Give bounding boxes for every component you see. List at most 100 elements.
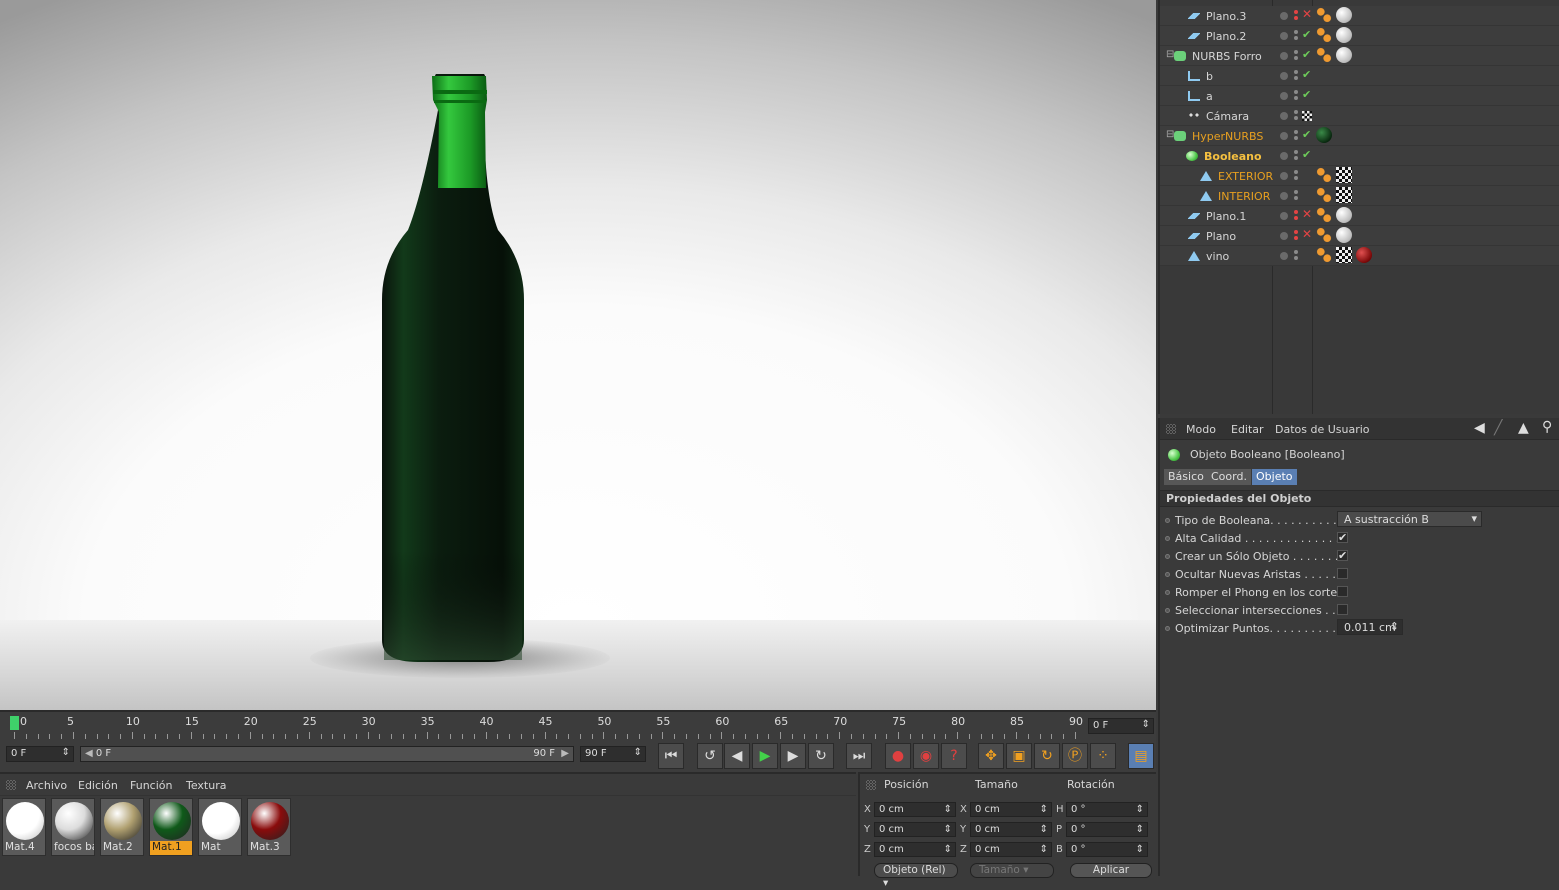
rotate-key-icon[interactable]: ↻ [1034,743,1060,769]
enabled-check-icon[interactable]: ✔ [1302,128,1311,141]
material-swatch[interactable]: Mat [198,798,242,856]
position-field[interactable]: 0 cm ⇕ [874,842,956,857]
render-visibility-dots[interactable] [1294,90,1298,94]
visibility-dot[interactable] [1280,52,1288,60]
menu-textura[interactable]: Textura [186,779,226,792]
prev-frame-icon[interactable]: ◀ [724,743,750,769]
3d-viewport[interactable] [0,0,1156,710]
object-row[interactable]: Plano.2 ✔ [1160,26,1559,46]
search-icon[interactable]: ⚲ [1542,419,1552,435]
animate-dot-icon[interactable] [1165,518,1170,523]
object-row[interactable]: a ✔ [1160,86,1559,106]
enabled-check-icon[interactable]: ✔ [1302,88,1311,101]
disabled-x-icon[interactable]: ✕ [1302,227,1312,241]
tab-coord[interactable]: Coord. [1207,469,1251,485]
render-visibility-dots[interactable] [1294,230,1298,234]
autokey-icon[interactable]: ◉ [913,743,939,769]
object-name[interactable]: HyperNURBS [1192,130,1263,143]
animate-dot-icon[interactable] [1165,536,1170,541]
material-swatch[interactable]: Mat.3 [247,798,291,856]
menu-modo[interactable]: Modo [1186,423,1216,436]
enabled-check-icon[interactable]: ✔ [1302,48,1311,61]
animate-dot-icon[interactable] [1165,554,1170,559]
object-name[interactable]: Booleano [1204,150,1262,163]
visibility-dot[interactable] [1280,172,1288,180]
render-visibility-dots[interactable] [1294,250,1298,254]
material-manager[interactable]: Archivo Edición Función Textura Mat.4 foc… [0,772,856,876]
object-manager[interactable]: Plano.3 ✕ Plano.2 ✔ ⊟ NURBS Forro ✔ b ✔ a ✔ Cámara ⊟… [1158,0,1559,414]
material-swatch[interactable]: Mat.2 [100,798,144,856]
material-tag-icon[interactable] [1356,247,1372,263]
visibility-dot[interactable] [1280,132,1288,140]
playhead-marker[interactable] [10,716,19,730]
enabled-check-icon[interactable]: ✔ [1302,68,1311,81]
visibility-dot[interactable] [1280,12,1288,20]
back-arrow-icon[interactable]: ◀ [1474,420,1485,436]
visibility-dot[interactable] [1280,232,1288,240]
object-name[interactable]: Plano.1 [1206,210,1246,223]
property-checkbox[interactable] [1337,568,1348,579]
goto-start-icon[interactable]: ⏮ [658,743,684,769]
material-tag-icon[interactable] [1316,127,1332,143]
play-icon[interactable]: ▶ [752,743,778,769]
next-frame-icon[interactable]: ▶ [780,743,806,769]
phong-tag-icon[interactable] [1316,47,1332,63]
object-name[interactable]: Plano.3 [1206,10,1246,23]
material-tag-icon[interactable] [1336,47,1352,63]
size-field[interactable]: 0 cm ⇕ [970,822,1052,837]
menu-editar[interactable]: Editar [1231,423,1264,436]
render-visibility-dots[interactable] [1294,50,1298,54]
rotation-field[interactable]: 0 ° ⇕ [1066,822,1148,837]
param-key-icon[interactable]: Ⓟ [1062,743,1088,769]
object-name[interactable]: Plano.2 [1206,30,1246,43]
render-visibility-dots[interactable] [1294,70,1298,74]
render-visibility-dots[interactable] [1294,30,1298,34]
start-frame-field[interactable]: 0 F ⇕ [6,746,74,762]
size-field[interactable]: 0 cm ⇕ [970,842,1052,857]
render-visibility-dots[interactable] [1294,10,1298,14]
menu-datos-usuario[interactable]: Datos de Usuario [1275,423,1370,436]
object-row[interactable]: ⊟ NURBS Forro ✔ [1160,46,1559,66]
property-checkbox[interactable]: ✔ [1337,532,1348,543]
object-row[interactable]: vino [1160,246,1559,266]
position-field[interactable]: 0 cm ⇕ [874,802,956,817]
texture-tag-icon[interactable] [1336,167,1352,183]
scale-key-icon[interactable]: ▣ [1006,743,1032,769]
property-checkbox[interactable] [1337,604,1348,615]
visibility-dot[interactable] [1280,72,1288,80]
object-row[interactable]: EXTERIOR [1160,166,1559,186]
render-visibility-dots[interactable] [1294,170,1298,174]
keyframe-help-icon[interactable]: ? [941,743,967,769]
record-icon[interactable]: ● [885,743,911,769]
enabled-check-icon[interactable]: ✔ [1302,28,1311,41]
object-name[interactable]: NURBS Forro [1192,50,1262,63]
object-row[interactable]: INTERIOR [1160,186,1559,206]
tab-objeto[interactable]: Objeto [1252,469,1297,485]
end-frame-field[interactable]: 90 F ⇕ [580,746,646,762]
object-name[interactable]: a [1206,90,1213,103]
phong-tag-icon[interactable] [1316,187,1332,203]
object-name[interactable]: INTERIOR [1218,190,1270,203]
phong-tag-icon[interactable] [1316,227,1332,243]
material-tag-icon[interactable] [1336,207,1352,223]
disabled-x-icon[interactable]: ✕ [1302,7,1312,21]
object-name[interactable]: Plano [1206,230,1236,243]
attribute-manager[interactable]: Modo Editar Datos de Usuario ◀ ╱ ▲ ⚲ Obj… [1158,418,1559,876]
property-checkbox[interactable] [1337,586,1348,597]
prev-key-icon[interactable]: ↺ [697,743,723,769]
next-key-icon[interactable]: ↻ [808,743,834,769]
visibility-dot[interactable] [1280,212,1288,220]
phong-tag-icon[interactable] [1316,27,1332,43]
grip-icon[interactable] [866,780,876,790]
object-row[interactable]: Booleano ✔ [1160,146,1559,166]
point-key-icon[interactable]: ⁘ [1090,743,1116,769]
material-swatch[interactable]: Mat.1 [149,798,193,856]
render-visibility-dots[interactable] [1294,150,1298,154]
object-row[interactable]: Plano.3 ✕ [1160,6,1559,26]
menu-edicion[interactable]: Edición [78,779,118,792]
object-name[interactable]: EXTERIOR [1218,170,1273,183]
camera-tag-icon[interactable] [1302,111,1312,121]
phong-tag-icon[interactable] [1316,167,1332,183]
object-name[interactable]: vino [1206,250,1229,263]
material-tag-icon[interactable] [1336,27,1352,43]
